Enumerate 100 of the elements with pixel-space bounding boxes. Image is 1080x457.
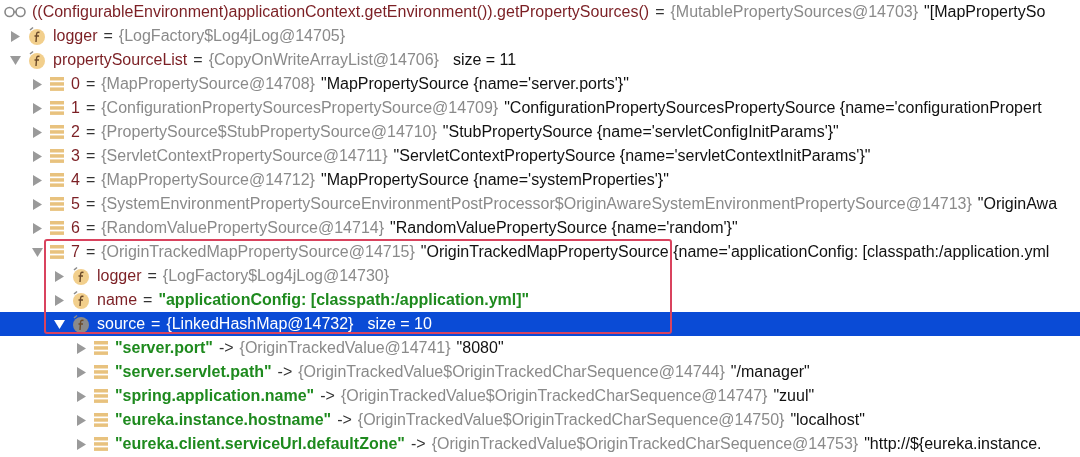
field-icon — [71, 290, 91, 310]
type-label: {MutablePropertySources@14703} — [670, 2, 919, 22]
type-label: {RandomValuePropertySource@14714} — [101, 218, 385, 238]
variable-name: 6 — [71, 218, 80, 238]
value-text: "OriginAwa — [977, 194, 1058, 214]
type-label: {OriginTrackedValue@14741} — [239, 338, 451, 358]
list-element-icon — [49, 124, 65, 140]
variable-name: 3 — [71, 146, 80, 166]
type-label: {ServletContextPropertySource@14711} — [101, 146, 388, 166]
tree-row[interactable]: "eureka.instance.hostname" -> {OriginTrackedValue$OriginTrackedCharSequence@14750} "localhost" — [0, 408, 1080, 432]
variable-name: 2 — [71, 122, 80, 142]
tree-row[interactable]: logger = {LogFactory$Log4jLog@14705} — [0, 24, 1080, 48]
list-element-icon — [93, 364, 109, 380]
variable-name: source — [97, 314, 146, 334]
expand-arrow-icon[interactable] — [32, 198, 43, 210]
tree-row[interactable]: logger = {LogFactory$Log4jLog@14730} — [0, 264, 1080, 288]
expand-arrow-icon[interactable] — [76, 390, 87, 402]
tree-row[interactable]: 2 = {PropertySource$StubPropertySource@14710} "StubPropertySource {name='servletConfigInitParams'}" — [0, 120, 1080, 144]
expand-arrow-icon[interactable] — [32, 102, 43, 114]
variable-name: "spring.application.name" — [115, 386, 315, 406]
expand-arrow-icon[interactable] — [76, 342, 87, 354]
expand-arrow-icon[interactable] — [32, 78, 43, 90]
tree-row[interactable]: "server.port" -> {OriginTrackedValue@14741} "8080" — [0, 336, 1080, 360]
field-icon — [71, 314, 91, 334]
variable-name: propertySourceList — [53, 50, 188, 70]
expand-arrow-icon[interactable] — [32, 150, 43, 162]
expand-arrow-icon[interactable] — [32, 222, 43, 234]
value-text: "MapPropertySource {name='systemProperties'}" — [320, 170, 669, 190]
field-icon — [27, 50, 47, 70]
value-text: "ConfigurationPropertySourcesPropertySource {name='configurationPropert — [504, 98, 1042, 118]
operator: = — [193, 50, 203, 70]
operator: = — [85, 146, 96, 166]
operator: -> — [337, 410, 352, 430]
type-label: {OriginTrackedValue$OriginTrackedCharSequence@14744} — [298, 362, 725, 382]
operator: = — [85, 122, 96, 142]
type-label: {MapPropertySource@14708} — [101, 74, 315, 94]
variable-name: name — [97, 290, 138, 310]
list-element-icon — [49, 100, 65, 116]
tree-row[interactable]: 3 = {ServletContextPropertySource@14711} "ServletContextPropertySource {name='servletContextInitParams'}" — [0, 144, 1080, 168]
type-label: {OriginTrackedValue$OriginTrackedCharSequence@14753} — [431, 434, 859, 454]
tree-row[interactable]: "eureka.client.serviceUrl.defaultZone" -> {OriginTrackedValue$OriginTrackedCharSequence@14753} "http://${eureka.instance. — [0, 432, 1080, 456]
type-label: {LinkedHashMap@14732} — [166, 314, 354, 334]
value-text: "ServletContextPropertySource {name='servletContextInitParams'}" — [393, 146, 871, 166]
size-label: size = 10 — [367, 314, 432, 334]
tree-row[interactable]: name = "applicationConfig: [classpath:/application.yml]" — [0, 288, 1080, 312]
watch-expression: ((ConfigurableEnvironment)applicationContext.getEnvironment()).getPropertySources() — [32, 2, 650, 22]
collapse-arrow-icon[interactable] — [54, 318, 65, 330]
expand-arrow-icon[interactable] — [32, 126, 43, 138]
expand-arrow-icon[interactable] — [76, 366, 87, 378]
expand-arrow-icon[interactable] — [76, 438, 87, 450]
tree-row[interactable]: "server.servlet.path" -> {OriginTrackedValue$OriginTrackedCharSequence@14744} "/manager" — [0, 360, 1080, 384]
tree-row[interactable]: 1 = {ConfigurationPropertySourcesPropertySource@14709} "ConfigurationPropertySourcesPropertySource {name='configurationPropert — [0, 96, 1080, 120]
type-label: {ConfigurationPropertySourcesPropertySource@14709} — [101, 98, 499, 118]
value-text: "/manager" — [730, 362, 810, 382]
list-element-icon — [49, 76, 65, 92]
watch-glasses-icon — [4, 6, 26, 18]
value-text: "OriginTrackedMapPropertySource {name='applicationConfig: [classpath:/application.yml — [420, 242, 1050, 262]
value-text: "8080" — [456, 338, 504, 358]
type-label: {MapPropertySource@14712} — [101, 170, 315, 190]
operator: = — [151, 314, 161, 334]
operator: -> — [320, 386, 335, 406]
tree-row[interactable]: 7 = {OriginTrackedMapPropertySource@14715} "OriginTrackedMapPropertySource {name='applicationConfig: [classpath:/application.yml — [0, 240, 1080, 264]
type-label: {PropertySource$StubPropertySource@14710} — [101, 122, 437, 142]
variable-name: 7 — [71, 242, 80, 262]
list-element-icon — [49, 172, 65, 188]
expand-arrow-icon[interactable] — [10, 30, 21, 42]
tree-row[interactable]: 0 = {MapPropertySource@14708} "MapPropertySource {name='server.ports'}" — [0, 72, 1080, 96]
expand-arrow-icon[interactable] — [32, 174, 43, 186]
list-element-icon — [93, 388, 109, 404]
expand-arrow-icon[interactable] — [54, 270, 65, 282]
type-label: {LogFactory$Log4jLog@14705} — [118, 26, 346, 46]
value-text: "applicationConfig: [classpath:/application.yml]" — [158, 290, 530, 310]
tree-row[interactable]: propertySourceList = {CopyOnWriteArrayList@14706} size = 11 — [0, 48, 1080, 72]
list-element-icon — [49, 244, 65, 260]
field-icon — [71, 266, 91, 286]
tree-row[interactable]: 4 = {MapPropertySource@14712} "MapPropertySource {name='systemProperties'}" — [0, 168, 1080, 192]
tree-row[interactable]: 6 = {RandomValuePropertySource@14714} "RandomValuePropertySource {name='random'}" — [0, 216, 1080, 240]
variable-name: logger — [53, 26, 98, 46]
operator: -> — [218, 338, 234, 358]
selected-tree-row[interactable]: source = {LinkedHashMap@14732} size = 10 — [0, 312, 1080, 336]
variable-name: "eureka.client.serviceUrl.defaultZone" — [115, 434, 405, 454]
operator: = — [85, 242, 96, 262]
operator: -> — [410, 434, 426, 454]
value-text: "RandomValuePropertySource {name='random'}" — [390, 218, 738, 238]
value-text: "http://${eureka.instance. — [864, 434, 1042, 454]
type-label: {LogFactory$Log4jLog@14730} — [162, 266, 390, 286]
variable-name: "server.port" — [115, 338, 213, 358]
operator: -> — [277, 362, 293, 382]
expand-arrow-icon[interactable] — [54, 294, 65, 306]
operator: = — [143, 290, 153, 310]
variable-name: 4 — [71, 170, 80, 190]
operator: = — [85, 170, 96, 190]
type-label: {OriginTrackedValue$OriginTrackedCharSequence@14747} — [340, 386, 768, 406]
tree-row[interactable]: "spring.application.name" -> {OriginTrackedValue$OriginTrackedCharSequence@14747} "zuul" — [0, 384, 1080, 408]
value-text: "StubPropertySource {name='servletConfigInitParams'}" — [442, 122, 839, 142]
variable-name: "eureka.instance.hostname" — [115, 410, 332, 430]
variable-name: logger — [97, 266, 142, 286]
list-element-icon — [93, 412, 109, 428]
tree-row[interactable]: 5 = {SystemEnvironmentPropertySourceEnvironmentPostProcessor$OriginAwareSystemEnvironmentPropertySource@14713} "OriginAwa — [0, 192, 1080, 216]
expand-arrow-icon[interactable] — [76, 414, 87, 426]
